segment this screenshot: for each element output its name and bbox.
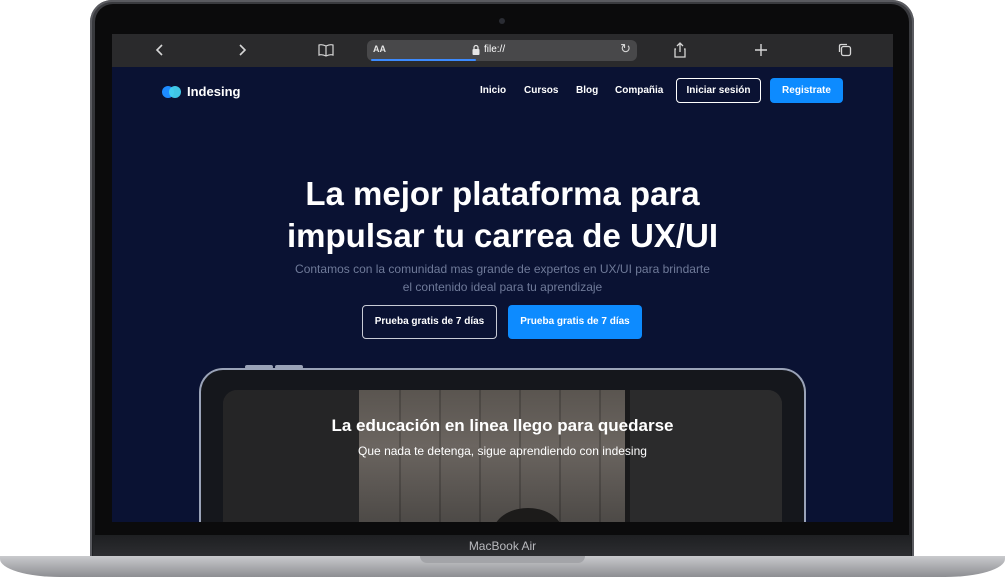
- hero-subtitle: Contamos con la comunidad mas grande de …: [112, 260, 893, 296]
- nav-link-inicio[interactable]: Inicio: [480, 85, 506, 96]
- tabs-icon[interactable]: [837, 42, 853, 58]
- address-bar[interactable]: AA file:// ↻: [367, 40, 637, 61]
- screen: AA file:// ↻ Indesing Inicio Cursos Blog: [112, 34, 893, 522]
- chevron-left-icon[interactable]: [152, 42, 168, 58]
- lock-icon: [471, 43, 481, 55]
- load-progress-bar: [371, 59, 476, 61]
- reader-aa-button[interactable]: AA: [373, 44, 386, 54]
- logo-mark-icon: [162, 85, 182, 98]
- register-button[interactable]: Registrate: [770, 78, 843, 103]
- plus-icon[interactable]: [753, 42, 769, 58]
- hero-title-line2: impulsar tu carrea de UX/UI: [287, 217, 718, 254]
- free-trial-outline-button[interactable]: Prueba gratis de 7 días: [362, 305, 497, 339]
- hero-subtitle-line1: Contamos con la comunidad mas grande de …: [295, 262, 710, 276]
- share-icon[interactable]: [672, 42, 688, 58]
- browser-toolbar: AA file:// ↻: [112, 34, 893, 68]
- model-label: MacBook Air: [468, 539, 537, 553]
- hero-title-line1: La mejor plataforma para: [305, 175, 700, 212]
- logo[interactable]: Indesing: [162, 84, 240, 99]
- nav-link-compania[interactable]: Compañia: [615, 85, 663, 96]
- hero-subtitle-line2: el contenido ideal para tu aprendizaje: [402, 280, 603, 294]
- camera: [499, 18, 505, 24]
- logo-text: Indesing: [187, 84, 241, 99]
- nav-link-blog[interactable]: Blog: [576, 85, 598, 96]
- showcase-subtitle: Que nada te detenga, sigue aprendiendo c…: [358, 444, 647, 458]
- laptop-notch: [420, 556, 585, 563]
- showcase-title: La educación en linea llego para quedars…: [331, 416, 674, 435]
- hero-title: La mejor plataforma para impulsar tu car…: [112, 173, 893, 257]
- url-text: file://: [484, 44, 506, 55]
- nav-link-cursos[interactable]: Cursos: [524, 85, 558, 96]
- chevron-right-icon[interactable]: [234, 42, 250, 58]
- login-button[interactable]: Iniciar sesión: [676, 78, 761, 103]
- reload-icon[interactable]: ↻: [620, 42, 631, 57]
- book-icon[interactable]: [318, 42, 334, 58]
- free-trial-primary-button[interactable]: Prueba gratis de 7 días: [508, 305, 642, 339]
